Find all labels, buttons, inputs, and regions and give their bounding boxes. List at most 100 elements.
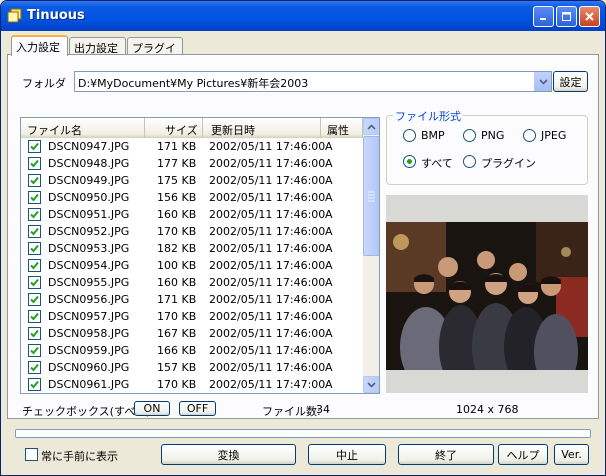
format-option-all[interactable]: すべて [403,154,463,170]
file-checkbox[interactable] [28,293,41,306]
format-option-jpeg[interactable]: JPEG [523,128,583,144]
stop-button[interactable]: 中止 [308,444,386,465]
column-header-modified[interactable]: 更新日時 [203,118,321,138]
file-attr-cell: A [325,361,333,374]
file-list-row[interactable]: DSCN0951.JPG 160 KB 2002/05/11 17:46:00 A [21,206,363,223]
column-header-attribute[interactable]: 属性 [321,118,363,138]
file-name-cell: DSCN0961.JPG [48,378,130,391]
file-list-row[interactable]: DSCN0955.JPG 160 KB 2002/05/11 17:46:00 A [21,274,363,291]
file-checkbox[interactable] [28,310,41,323]
column-header-size[interactable]: サイズ [145,118,203,138]
file-checkbox[interactable] [28,344,41,357]
maximize-button[interactable] [556,6,577,27]
file-attr-cell: A [325,259,333,272]
title-bar[interactable]: Tinuous [1,1,605,31]
file-name-cell: DSCN0949.JPG [48,174,130,187]
file-checkbox[interactable] [28,378,41,391]
check-all-off-button[interactable]: OFF [179,401,216,416]
exit-button[interactable]: 終了 [398,444,494,465]
file-attr-cell: A [325,191,333,204]
file-list-row[interactable]: DSCN0952.JPG 170 KB 2002/05/11 17:46:00 A [21,223,363,240]
radio-all[interactable] [403,155,416,168]
file-checkbox[interactable] [28,361,41,374]
file-date-cell: 2002/05/11 17:46:00 [209,140,326,153]
format-label-bmp: BMP [421,129,445,142]
scroll-thumb[interactable] [363,136,379,256]
file-checkbox[interactable] [28,208,41,221]
file-list-row[interactable]: DSCN0948.JPG 177 KB 2002/05/11 17:46:00 A [21,155,363,172]
folder-path: D:¥MyDocument¥My Pictures¥新年会2003 [78,77,309,90]
file-checkbox[interactable] [28,242,41,255]
convert-button[interactable]: 変換 [161,444,296,465]
version-button[interactable]: Ver. [554,444,589,465]
file-size-cell: 170 KB [157,310,197,323]
file-size-cell: 160 KB [157,208,197,221]
format-option-bmp[interactable]: BMP [403,128,463,144]
file-size-cell: 160 KB [157,276,197,289]
file-list-row[interactable]: DSCN0953.JPG 182 KB 2002/05/11 17:46:00 A [21,240,363,257]
file-list-row[interactable]: DSCN0956.JPG 171 KB 2002/05/11 17:46:00 A [21,291,363,308]
file-list-row[interactable]: DSCN0961.JPG 170 KB 2002/05/11 17:47:00 A [21,376,363,393]
scroll-down-button[interactable] [363,376,379,393]
file-size-cell: 182 KB [157,242,197,255]
always-on-top-checkbox[interactable] [25,448,38,461]
file-checkbox[interactable] [28,259,41,272]
format-label-all: すべて [421,157,453,170]
file-checkbox[interactable] [28,174,41,187]
file-checkbox[interactable] [28,225,41,238]
folder-combobox[interactable]: D:¥MyDocument¥My Pictures¥新年会2003 [74,71,552,92]
file-list-scrollbar[interactable] [363,118,379,393]
file-checkbox[interactable] [28,191,41,204]
chevron-up-icon [367,123,376,130]
file-checkbox[interactable] [28,327,41,340]
radio-jpeg[interactable] [523,129,536,142]
window-title: Tinuous [27,8,85,23]
file-format-title: ファイル形式 [393,108,463,124]
file-format-group: ファイル形式 BMP PNG JPEG すべて プラグイン [386,108,588,185]
maximize-icon [562,12,571,21]
folder-settings-button[interactable]: 設定 [553,71,588,92]
scroll-up-button[interactable] [363,118,379,135]
radio-bmp[interactable] [403,129,416,142]
file-checkbox[interactable] [28,140,41,153]
checkmark-icon [30,329,39,338]
folder-dropdown-button[interactable] [534,72,551,91]
file-name-cell: DSCN0954.JPG [48,259,130,272]
checkmark-icon [30,142,39,151]
progress-bar [15,429,591,438]
close-button[interactable] [579,6,600,27]
file-list-row[interactable]: DSCN0949.JPG 175 KB 2002/05/11 17:46:00 A [21,172,363,189]
file-date-cell: 2002/05/11 17:46:00 [209,157,326,170]
file-checkbox[interactable] [28,276,41,289]
file-list-row[interactable]: DSCN0960.JPG 157 KB 2002/05/11 17:46:00 A [21,359,363,376]
file-list-row[interactable]: DSCN0954.JPG 100 KB 2002/05/11 17:46:00 A [21,257,363,274]
file-list-row[interactable]: DSCN0950.JPG 156 KB 2002/05/11 17:46:00 A [21,189,363,206]
check-all-on-button[interactable]: ON [134,401,170,416]
column-header-filename[interactable]: ファイル名 [21,118,145,138]
minimize-button[interactable] [533,6,554,27]
tab-input-settings[interactable]: 入力設定 [11,35,68,56]
format-option-png[interactable]: PNG [463,128,523,144]
file-size-cell: 171 KB [157,293,197,306]
file-name-cell: DSCN0958.JPG [48,327,130,340]
file-count-value: 34 [316,403,330,416]
checkmark-icon [30,261,39,270]
file-date-cell: 2002/05/11 17:46:00 [209,174,326,187]
file-list[interactable]: ファイル名 サイズ 更新日時 属性 DSCN0947.JPG 171 KB 2002… [20,117,380,394]
close-icon [585,12,594,21]
format-option-plugin[interactable]: プラグイン [463,154,543,170]
file-checkbox[interactable] [28,157,41,170]
file-name-cell: DSCN0953.JPG [48,242,130,255]
radio-plugin[interactable] [463,155,476,168]
checkmark-icon [30,295,39,304]
file-list-row[interactable]: DSCN0957.JPG 170 KB 2002/05/11 17:46:00 A [21,308,363,325]
help-button[interactable]: ヘルプ [498,444,548,465]
file-list-row[interactable]: DSCN0958.JPG 167 KB 2002/05/11 17:46:00 A [21,325,363,342]
file-date-cell: 2002/05/11 17:47:00 [209,378,326,391]
file-attr-cell: A [325,174,333,187]
file-size-cell: 171 KB [157,140,197,153]
radio-png[interactable] [463,129,476,142]
file-list-row[interactable]: DSCN0959.JPG 166 KB 2002/05/11 17:46:00 A [21,342,363,359]
file-name-cell: DSCN0951.JPG [48,208,130,221]
file-list-row[interactable]: DSCN0947.JPG 171 KB 2002/05/11 17:46:00 A [21,138,363,155]
